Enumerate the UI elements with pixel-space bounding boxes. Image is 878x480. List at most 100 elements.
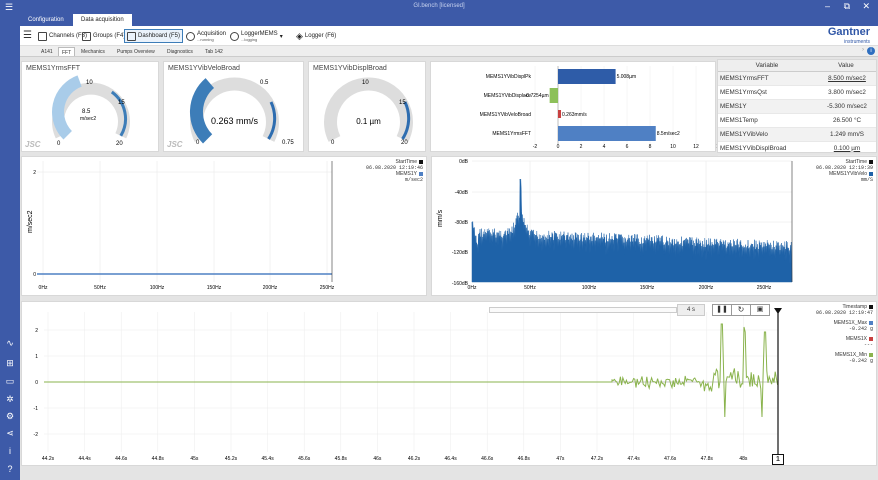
subtab-fft[interactable]: FFT (58, 47, 76, 56)
data-label: 5.008µm (617, 74, 637, 80)
fft-panel-velo: mm/s 0dB -40dB -80dB -120dB -160dB 0Hz 5… (431, 156, 877, 296)
cursor-marker[interactable]: 1 (772, 454, 784, 465)
logger-button[interactable]: ◈ Logger (F6) (296, 29, 336, 43)
subtab-mechanics[interactable]: Mechanics (78, 47, 108, 56)
svg-text:20: 20 (116, 141, 123, 147)
pause-icon[interactable]: ❚❚ (713, 305, 732, 315)
subtab-a141[interactable]: A141 (38, 47, 56, 56)
toolbar: ☰ Channels (F3) Groups (F4) Dashboard (F… (20, 26, 878, 46)
dashboard-tabs: A141 FFT Mechanics Pumps Overview Diagno… (20, 46, 878, 57)
category-label: MEMS1YrmsFFT (492, 131, 531, 137)
bar (558, 110, 562, 118)
svg-text:200Hz: 200Hz (699, 285, 714, 291)
tab-configuration[interactable]: Configuration (20, 14, 72, 26)
x-tick-label: 47s (556, 456, 565, 462)
time-plot-panel: 2 1 0 -1 -2 44.2s 44.4s 44.6s 44.8s 45s 45.2s… (21, 301, 877, 466)
svg-text:150Hz: 150Hz (640, 285, 655, 291)
svg-text:0.75: 0.75 (282, 140, 294, 146)
bar (549, 88, 558, 103)
maximize-icon[interactable]: ⧉ (844, 1, 850, 12)
tab-data-acquisition[interactable]: Data acquisition (73, 14, 132, 26)
variable-table-panel: Variable Value MEMS1YrmsFFT 8.500 m/sec2 M… (717, 59, 877, 156)
time-legend: Timestamp 06.08.2020 12:19:47 MEMS1X_Max… (815, 304, 873, 364)
x-tick-label: 44.4s (78, 456, 91, 462)
share-icon[interactable]: ⋖ (4, 428, 16, 438)
y-axis-label: m/sec2 (27, 210, 34, 233)
time-scroll-bar[interactable] (489, 307, 677, 313)
acquisition-button[interactable]: Acquisition ...running (186, 29, 226, 43)
gauge-velo: 0.263 mm/s 0 0.5 0.75 (189, 77, 294, 146)
chevron-down-icon[interactable]: ▾ (280, 33, 283, 40)
gauge-panel-rmsfft: MEMS1YrmsFFT 8.5 m/sec2 0 10 15 20 JSC (21, 61, 159, 152)
subtab-diagnostics[interactable]: Diagnostics (164, 47, 196, 56)
svg-text:10: 10 (362, 80, 369, 86)
svg-text:100Hz: 100Hz (150, 285, 165, 291)
svg-text:-80dB: -80dB (455, 220, 469, 226)
network-icon[interactable]: ⊞ (4, 358, 16, 368)
gear-icon[interactable]: ⚙ (4, 411, 16, 421)
dashboard-button[interactable]: Dashboard (F5) (124, 29, 184, 43)
layers-icon: ◈ (296, 30, 303, 41)
scroll-right-icon[interactable]: › (862, 47, 864, 53)
category-label: MEMS1YVibVeloBroad (480, 112, 532, 118)
help-icon[interactable]: ? (4, 464, 16, 474)
x-tick-label: 6 (626, 144, 629, 150)
groups-icon (82, 31, 91, 41)
x-tick-label: 2 (580, 144, 583, 150)
x-tick-label: 45.2s (225, 456, 238, 462)
x-tick-label: 46.6s (481, 456, 494, 462)
x-tick-label: 45.6s (298, 456, 311, 462)
time-window-field[interactable]: 4 s (677, 304, 705, 316)
list-menu-icon[interactable]: ☰ (23, 30, 32, 41)
x-tick-label: 46.4s (444, 456, 457, 462)
data-label: 8.5m/sec2 (657, 131, 680, 137)
settings-group-icon[interactable]: ✲ (4, 394, 16, 404)
gauge-title: MEMS1YrmsFFT (26, 65, 81, 72)
bar-chart: -202468101214MEMS1YVibDisplPk5.008µmMEMS… (480, 66, 722, 150)
pause-icon (186, 31, 195, 41)
info-icon[interactable]: i (4, 446, 16, 456)
table-row: MEMS1YrmsQst 3.800 m/sec2 (718, 85, 876, 100)
x-tick-label: 44.2s (42, 456, 55, 462)
logger-mems-button[interactable]: LoggerMEMS ...logging ▾ (230, 29, 283, 43)
svg-text:0: 0 (35, 380, 38, 386)
refresh-icon[interactable]: ↻ (732, 305, 751, 315)
x-tick-label: 47.4s (627, 456, 640, 462)
svg-text:15: 15 (118, 100, 125, 106)
groups-button[interactable]: Groups (F4) (82, 29, 125, 43)
x-tick-label: 46.2s (408, 456, 421, 462)
image-icon[interactable]: ▣ (751, 305, 769, 315)
record-icon (230, 31, 239, 41)
minimize-icon[interactable]: – (825, 1, 830, 11)
svg-text:250Hz: 250Hz (757, 285, 772, 291)
folder-icon[interactable]: ▭ (4, 376, 16, 386)
svg-text:0: 0 (33, 272, 36, 278)
x-tick-label: 46s (373, 456, 382, 462)
channels-icon (38, 31, 47, 41)
gauge-title: MEMS1YVibDisplBroad (313, 65, 387, 72)
table-row: MEMS1Y -5.300 m/sec2 (718, 99, 876, 114)
gauge-value: 0.1 µm (356, 117, 381, 126)
fft-panel-mems1y: m/sec2 2 0 0Hz 50Hz 100Hz 150Hz 200Hz 25… (21, 156, 427, 296)
svg-text:0: 0 (57, 141, 61, 147)
gauge-title: MEMS1YVibVeloBroad (168, 65, 240, 72)
window-title: GI.bench [licensed] (413, 3, 465, 9)
signal-icon[interactable]: ∿ (4, 338, 16, 348)
close-icon[interactable]: ✕ (862, 1, 870, 12)
x-tick-label: 45.8s (335, 456, 348, 462)
svg-text:0dB: 0dB (459, 159, 469, 165)
x-tick-label: 44.6s (115, 456, 128, 462)
x-tick-label: 48s (739, 456, 748, 462)
svg-text:0: 0 (331, 140, 335, 146)
info-icon[interactable]: i (867, 47, 875, 55)
acquisition-label: Acquisition (197, 30, 227, 37)
subtab-tab-142[interactable]: Tab 142 (202, 47, 226, 56)
x-tick-label: -2 (533, 144, 538, 150)
subtab-pumps-overview[interactable]: Pumps Overview (114, 47, 158, 56)
svg-text:15: 15 (399, 100, 406, 106)
x-tick-label: 46.8s (518, 456, 531, 462)
dashboard-content: MEMS1YrmsFFT 8.5 m/sec2 0 10 15 20 JSC M… (20, 57, 878, 480)
data-label: -0.7254µm (525, 93, 549, 99)
left-sidebar: ∿ ⊞ ▭ ✲ ⚙ ⋖ i ? (0, 26, 20, 480)
channels-button[interactable]: Channels (F3) (38, 29, 87, 43)
